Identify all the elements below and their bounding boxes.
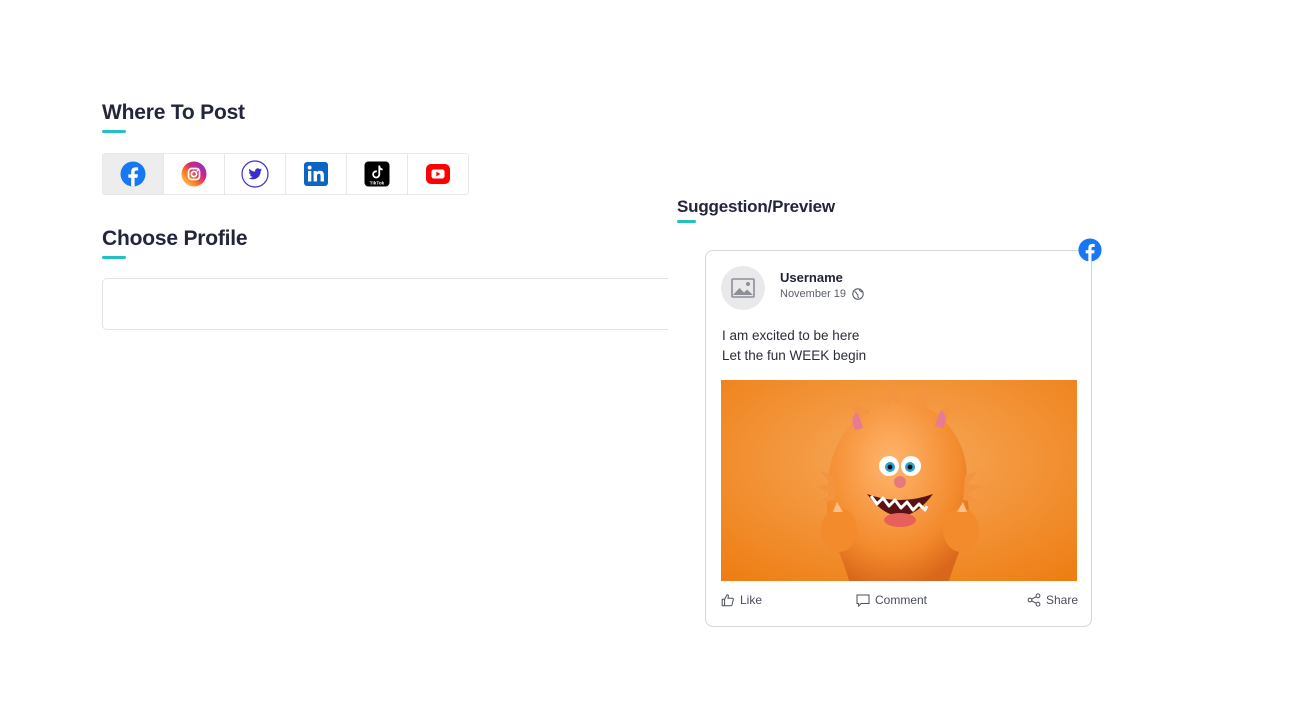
heading-underline bbox=[102, 256, 126, 259]
instagram-icon bbox=[181, 161, 207, 187]
comment-button[interactable]: Comment bbox=[856, 593, 927, 607]
share-icon bbox=[1027, 593, 1041, 607]
choose-profile-heading: Choose Profile bbox=[102, 227, 248, 250]
platform-instagram-button[interactable] bbox=[164, 154, 225, 194]
share-button[interactable]: Share bbox=[1027, 593, 1078, 607]
platform-tiktok-button[interactable]: TikTok bbox=[347, 154, 408, 194]
post-text-line: Let the fun WEEK begin bbox=[722, 348, 867, 363]
suggestion-preview-heading: Suggestion/Preview bbox=[677, 197, 835, 216]
profile-select-field[interactable] bbox=[102, 278, 668, 330]
where-to-post-heading: Where To Post bbox=[102, 101, 245, 124]
share-label: Share bbox=[1045, 593, 1078, 607]
platform-selector: TikTok bbox=[102, 153, 469, 195]
post-text: I am excited to be here Let the fun WEEK… bbox=[722, 326, 866, 366]
platform-twitter-button[interactable] bbox=[225, 154, 286, 194]
comment-label: Comment bbox=[875, 593, 928, 607]
twitter-icon bbox=[241, 160, 269, 188]
like-label: Like bbox=[740, 593, 763, 607]
like-button[interactable]: Like bbox=[721, 593, 762, 607]
globe-icon bbox=[852, 288, 864, 300]
heading-underline bbox=[102, 130, 126, 133]
thumbs-up-icon bbox=[721, 594, 734, 607]
comment-icon bbox=[856, 594, 870, 607]
facebook-icon bbox=[120, 161, 146, 187]
post-username: Username bbox=[780, 270, 843, 285]
platform-linkedin-button[interactable] bbox=[286, 154, 347, 194]
facebook-post-preview: Username November 19 I am excited to be … bbox=[705, 250, 1092, 627]
tiktok-icon: TikTok bbox=[364, 161, 390, 187]
post-actions: Like Comment Share bbox=[721, 593, 1078, 613]
avatar bbox=[721, 266, 765, 310]
linkedin-icon bbox=[304, 162, 328, 186]
heading-underline bbox=[677, 220, 696, 223]
platform-youtube-button[interactable] bbox=[408, 154, 468, 194]
image-placeholder-icon bbox=[731, 278, 755, 298]
post-meta: November 19 bbox=[780, 288, 864, 300]
post-image bbox=[721, 380, 1077, 581]
youtube-icon bbox=[426, 164, 450, 184]
platform-facebook-button[interactable] bbox=[103, 154, 164, 194]
orange-monster-image bbox=[721, 380, 1077, 581]
facebook-badge-icon bbox=[1078, 238, 1102, 262]
tiktok-wordmark: TikTok bbox=[370, 180, 385, 185]
post-date: November 19 bbox=[780, 288, 847, 300]
post-text-line: I am excited to be here bbox=[722, 328, 860, 343]
